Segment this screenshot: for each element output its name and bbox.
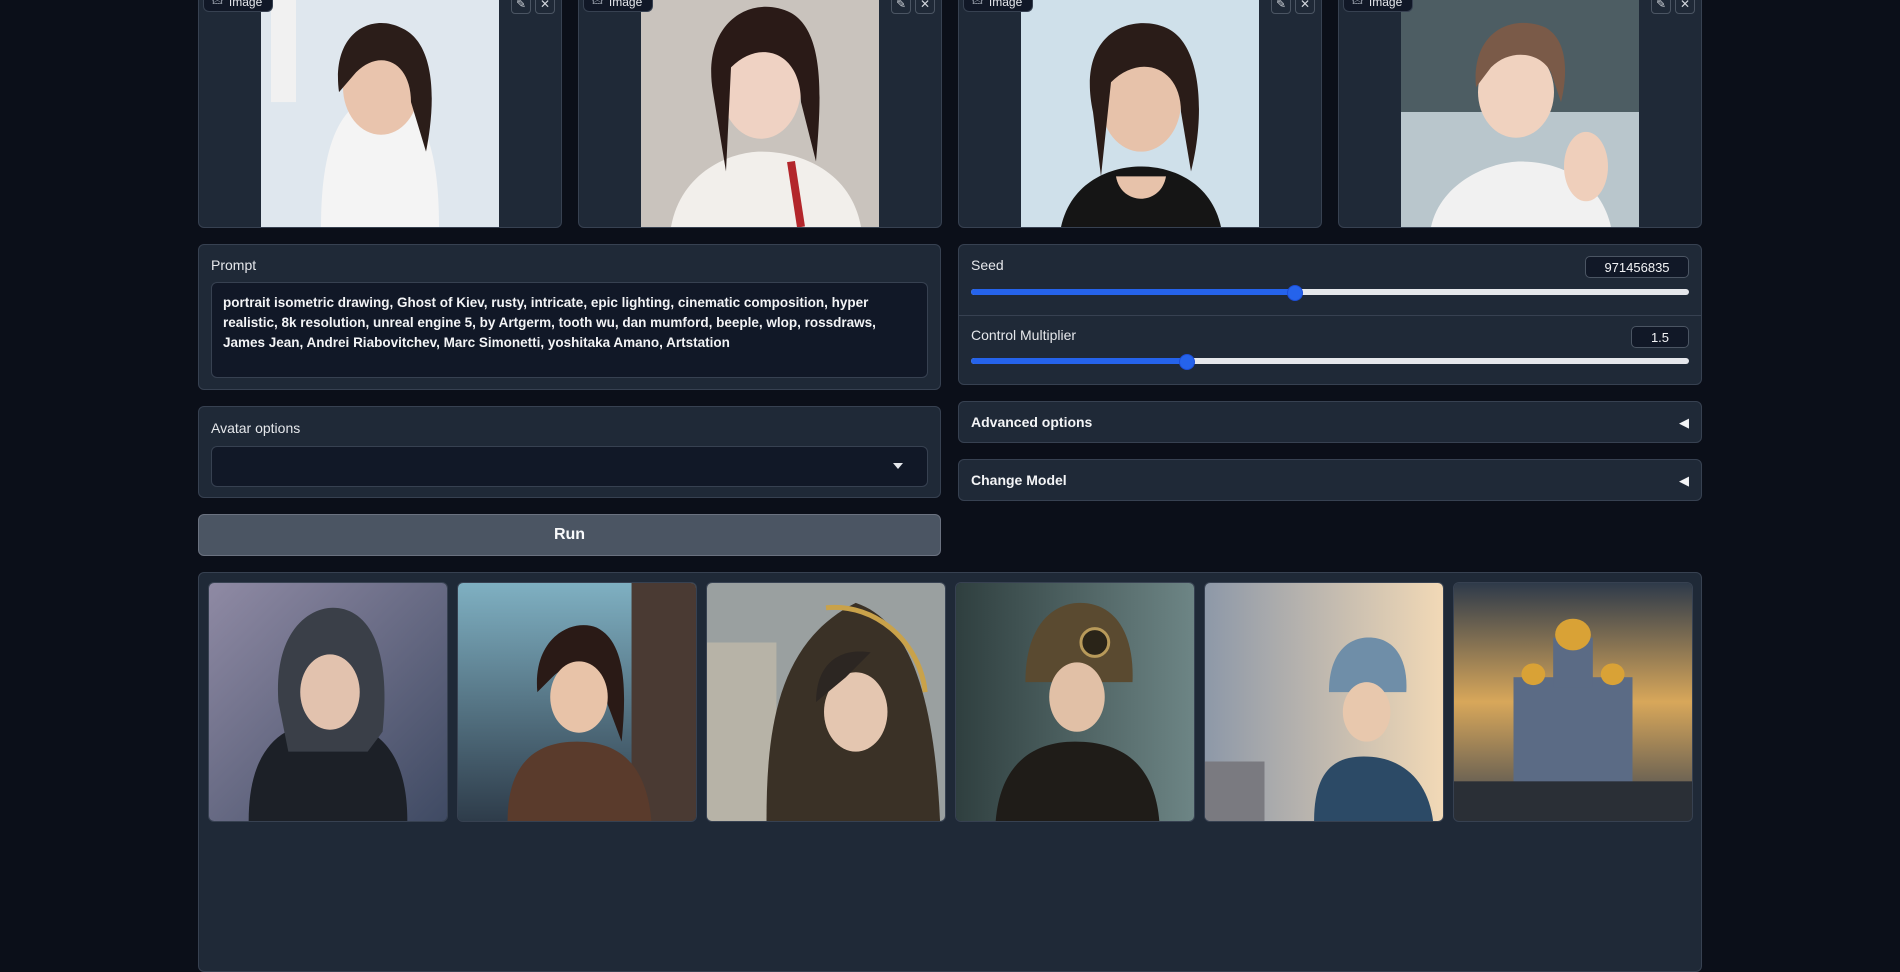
run-button[interactable]: Run [198,514,941,556]
image-tag-label: Image [1368,0,1403,9]
image-icon: 🖾 [212,0,223,7]
advanced-options-label: Advanced options [971,414,1093,430]
image-icon: 🖾 [1352,0,1363,7]
image-tag-2: 🖾 Image [583,0,654,12]
seed-input[interactable]: 971456835 [1585,256,1689,278]
input-photo-1 [261,0,499,227]
image-input-2[interactable]: 🖾 Image ✎ ✕ [578,0,942,228]
image-input-1[interactable]: 🖾 Image ✎ ✕ [198,0,562,228]
gallery-image-3[interactable] [706,582,946,822]
prompt-textarea[interactable]: portrait isometric drawing, Ghost of Kie… [211,282,928,378]
close-icon[interactable]: ✕ [1675,0,1695,14]
avatar-options-label: Avatar options [211,420,301,436]
image-input-4[interactable]: 🖾 Image ✎ ✕ [1338,0,1702,228]
seed-label: Seed [971,257,1004,273]
gallery-image-6[interactable] [1453,582,1693,822]
image-icon: 🖾 [972,0,983,7]
control-multiplier-slider[interactable] [971,354,1689,370]
avatar-options-panel: Avatar options [198,406,941,498]
output-gallery [198,572,1702,972]
gallery-image-1[interactable] [208,582,448,822]
input-photo-3 [1021,0,1259,227]
image-icon: 🖾 [592,0,603,7]
triangle-left-icon: ◀ [1679,415,1689,430]
pencil-icon[interactable]: ✎ [1651,0,1671,14]
image-input-3[interactable]: 🖾 Image ✎ ✕ [958,0,1322,228]
control-multiplier-label: Control Multiplier [971,327,1077,343]
triangle-left-icon: ◀ [1679,473,1689,488]
sliders-panel: Seed 971456835 Control Multiplier 1.5 [958,244,1702,385]
seed-slider[interactable] [971,285,1689,301]
image-tag-label: Image [228,0,263,9]
input-photo-2 [641,0,879,227]
divider [959,315,1701,316]
close-icon[interactable]: ✕ [915,0,935,14]
seed-slider-fill [971,289,1295,295]
image-tag-label: Image [608,0,643,9]
control-multiplier-slider-fill [971,358,1187,364]
prompt-panel: Prompt portrait isometric drawing, Ghost… [198,244,941,390]
change-model-label: Change Model [971,472,1067,488]
change-model-accordion[interactable]: Change Model ◀ [958,459,1702,501]
input-photo-4 [1401,0,1639,227]
advanced-options-accordion[interactable]: Advanced options ◀ [958,401,1702,443]
image-tag-label: Image [988,0,1023,9]
gallery-image-2[interactable] [457,582,697,822]
image-tag-3: 🖾 Image [963,0,1034,12]
chevron-down-icon [893,463,903,469]
close-icon[interactable]: ✕ [1295,0,1315,14]
pencil-icon[interactable]: ✎ [1271,0,1291,14]
gallery-image-5[interactable] [1204,582,1444,822]
seed-slider-thumb[interactable] [1287,285,1304,301]
close-icon[interactable]: ✕ [535,0,555,14]
control-multiplier-slider-thumb[interactable] [1179,354,1196,370]
control-multiplier-input[interactable]: 1.5 [1631,326,1689,348]
pencil-icon[interactable]: ✎ [511,0,531,14]
image-tag-4: 🖾 Image [1343,0,1414,12]
image-tag-1: 🖾 Image [203,0,274,12]
pencil-icon[interactable]: ✎ [891,0,911,14]
prompt-label: Prompt [211,257,257,273]
avatar-options-dropdown[interactable] [211,446,928,487]
gallery-image-4[interactable] [955,582,1195,822]
